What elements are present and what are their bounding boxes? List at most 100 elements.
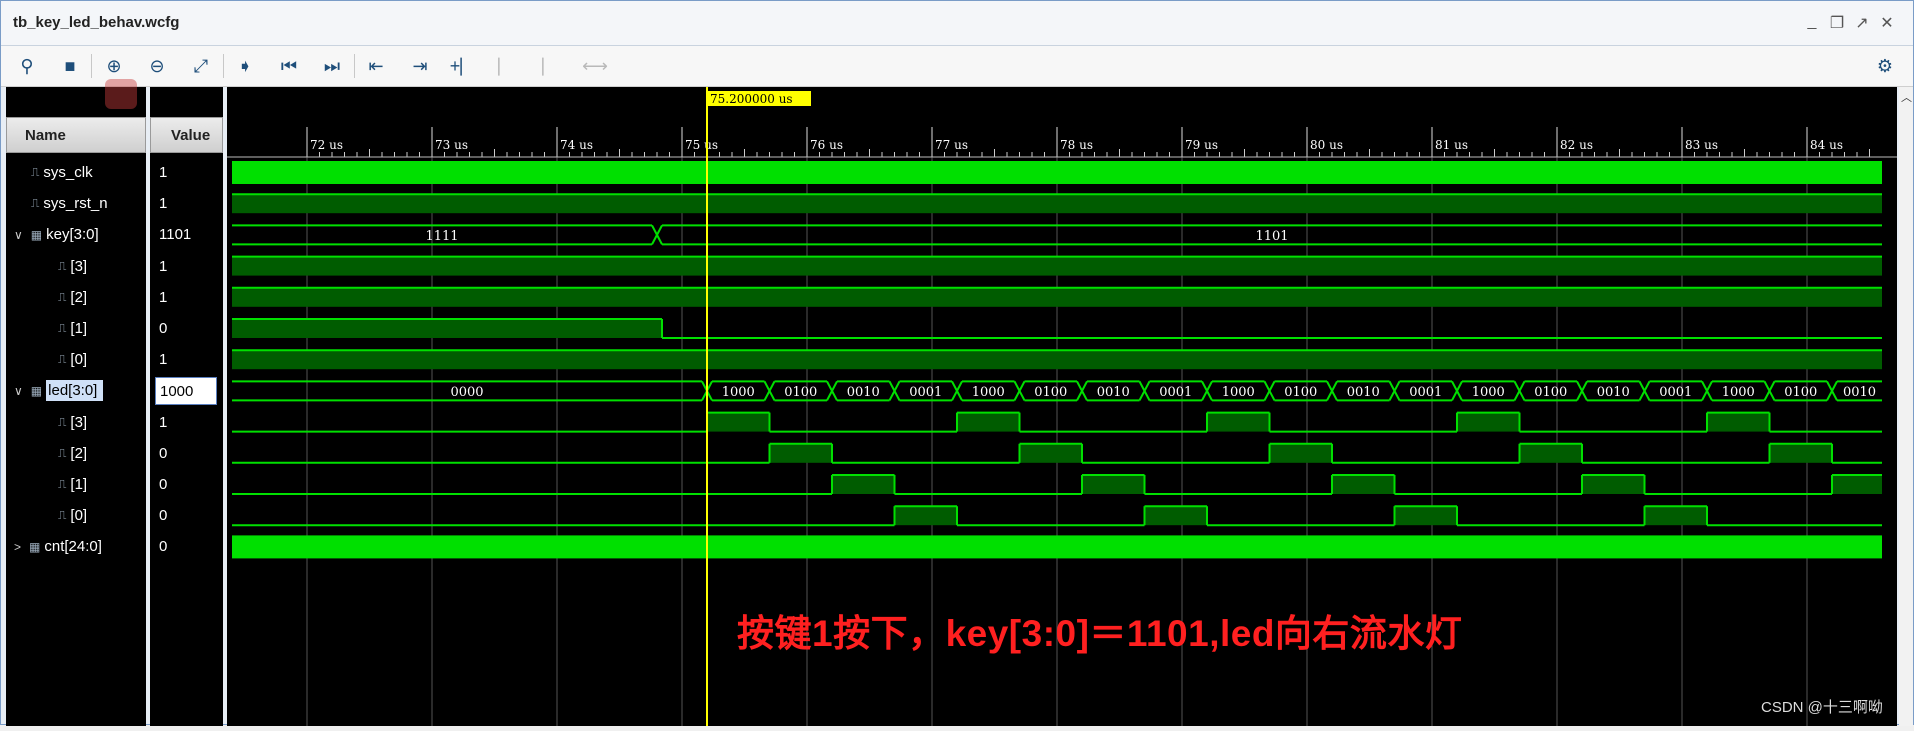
signal-name-row[interactable]: > ▦ cnt[24:0]: [14, 531, 102, 562]
settings-gear-icon[interactable]: ⚙: [1871, 52, 1899, 80]
next-marker-icon[interactable]: ⎸: [537, 52, 565, 80]
bit-signal-icon: ⎍: [58, 414, 67, 429]
bus-value-label: 0010: [1347, 385, 1380, 400]
bus-value-label: 0000: [450, 385, 483, 400]
signal-value[interactable]: 1101: [159, 219, 191, 250]
collapse-chevron-icon[interactable]: ∨: [14, 228, 23, 242]
signal-value[interactable]: 1: [159, 407, 167, 438]
bus-signal-icon: ▦: [30, 227, 43, 242]
bus-value-label: 0010: [1597, 385, 1630, 400]
signal-name-row[interactable]: ⎍ sys_clk: [31, 157, 93, 188]
go-to-start-icon[interactable]: ⏮: [275, 52, 303, 80]
float-icon[interactable]: ↗: [1851, 13, 1873, 33]
signal-name-row[interactable]: ∨ ▦ led[3:0]: [14, 375, 104, 406]
bit-signal-icon: ⎍: [31, 165, 40, 179]
name-column: Name ⎍ sys_clk ⎍ sys_rst_n ∨ ▦ key[3:0] ⎍ [3] ⎍ [2…: [6, 87, 146, 726]
name-header[interactable]: Name: [6, 117, 146, 153]
bit-high-fill: [1519, 443, 1582, 463]
signal-name-row[interactable]: ⎍ [1]: [58, 469, 87, 500]
bit-signal-icon: ⎍: [58, 445, 67, 460]
window-title: tb_key_led_behav.wcfg: [13, 14, 180, 31]
bus-value-label: 0001: [909, 385, 942, 400]
signal-name-row[interactable]: ⎍ [1]: [58, 313, 87, 344]
bit-high-fill: [1269, 443, 1332, 463]
previous-transition-icon[interactable]: ⇤: [362, 52, 390, 80]
bus-value-label: 1000: [1472, 385, 1505, 400]
signal-value[interactable]: 0: [159, 438, 167, 469]
tick-label: 72 us: [310, 138, 343, 152]
annotation-text: 按键1按下，key[3:0]＝1101,led向右流水灯: [737, 613, 1463, 654]
close-icon[interactable]: ✕: [1876, 13, 1898, 33]
bus-value-label: 1000: [722, 385, 755, 400]
signal-value[interactable]: 1: [159, 188, 167, 219]
signal-name: [2]: [70, 444, 88, 462]
bit-signal-icon: ⎍: [58, 258, 67, 273]
signal-name: key[3:0]: [46, 226, 99, 244]
bus-value-label: 0010: [847, 385, 880, 400]
vertical-scrollbar[interactable]: ︿: [1899, 87, 1913, 726]
bus-value-label: 1000: [1222, 385, 1255, 400]
tick-label: 81 us: [1435, 138, 1468, 152]
signal-name-row[interactable]: ⎍ [0]: [58, 344, 87, 375]
pin-icon[interactable]: [105, 79, 137, 109]
go-to-cursor-icon[interactable]: ➧: [231, 52, 259, 80]
bit-high-fill: [232, 287, 1882, 307]
signal-name-row[interactable]: ⎍ sys_rst_n: [31, 188, 108, 219]
save-icon[interactable]: ■: [56, 52, 84, 80]
signal-value[interactable]: 0: [159, 531, 167, 562]
bus-value-label: 0010: [1843, 385, 1876, 400]
zoom-in-icon[interactable]: ⊕: [100, 52, 128, 80]
tick-label: 82 us: [1560, 138, 1593, 152]
tick-label: 80 us: [1310, 138, 1343, 152]
bus-value-label: 0100: [784, 385, 817, 400]
signal-value[interactable]: 1: [159, 344, 167, 375]
signal-value[interactable]: 0: [159, 500, 167, 531]
signal-value-selected[interactable]: 1000: [155, 377, 217, 406]
signal-value[interactable]: 1: [159, 282, 167, 313]
next-transition-icon[interactable]: ⇥: [406, 52, 434, 80]
signal-name-row[interactable]: ∨ ▦ key[3:0]: [14, 219, 99, 250]
signal-name-row[interactable]: ⎍ [3]: [58, 407, 87, 438]
bit-signal-icon: ⎍: [31, 196, 40, 211]
search-icon[interactable]: ⚲: [13, 52, 41, 80]
signal-name-row[interactable]: ⎍ [3]: [58, 251, 87, 282]
go-to-end-icon[interactable]: ⏭: [318, 52, 346, 80]
collapse-chevron-icon[interactable]: ∨: [14, 384, 23, 398]
add-marker-icon[interactable]: +⎸: [450, 52, 479, 80]
value-header[interactable]: Value: [150, 117, 223, 153]
swap-cursors-icon[interactable]: ⟷: [581, 52, 609, 80]
zoom-out-icon[interactable]: ⊖: [143, 52, 171, 80]
bus-value-label: 1101: [1255, 229, 1288, 244]
signal-name: [2]: [70, 288, 88, 306]
signal-name-row[interactable]: ⎍ [2]: [58, 282, 87, 313]
dense-wave: [232, 535, 1882, 559]
bit-signal-icon: ⎍: [58, 477, 67, 491]
bus-value-label: 0100: [1784, 385, 1817, 400]
waveform-window: tb_key_led_behav.wcfg _ ❐ ↗ ✕ ⚲ ■ ⊕ ⊖ ⤢ …: [0, 0, 1914, 726]
bit-high-fill: [1019, 443, 1082, 463]
bit-high-fill: [1457, 412, 1520, 432]
bus-value-label: 0010: [1097, 385, 1130, 400]
title-bar: tb_key_led_behav.wcfg _ ❐ ↗ ✕: [1, 1, 1913, 46]
signal-value[interactable]: 1: [159, 251, 167, 282]
minimize-icon[interactable]: _: [1801, 13, 1823, 31]
tick-label: 74 us: [560, 138, 593, 152]
signal-name: [0]: [70, 351, 88, 369]
tick-label: 77 us: [935, 138, 968, 152]
bit-high-fill: [232, 256, 1882, 276]
signal-name: led[3:0]: [46, 380, 104, 402]
bit-high-fill: [707, 412, 770, 432]
previous-marker-icon[interactable]: ⎸: [493, 52, 521, 80]
signal-name-row[interactable]: ⎍ [2]: [58, 438, 87, 469]
bit-signal-icon: ⎍: [58, 352, 67, 367]
bit-high-fill: [232, 319, 662, 338]
signal-value[interactable]: 0: [159, 313, 167, 344]
signal-name-row[interactable]: ⎍ [0]: [58, 500, 87, 531]
restore-icon[interactable]: ❐: [1826, 13, 1848, 33]
tick-label: 73 us: [435, 138, 468, 152]
signal-value[interactable]: 1: [159, 157, 167, 188]
zoom-fit-icon[interactable]: ⤢: [187, 52, 215, 80]
value-column: Value 1 1 1101 1 1 0 1 1000 1 0 0 0 0: [150, 87, 223, 726]
expand-chevron-icon[interactable]: >: [14, 540, 21, 554]
signal-value[interactable]: 0: [159, 469, 167, 500]
